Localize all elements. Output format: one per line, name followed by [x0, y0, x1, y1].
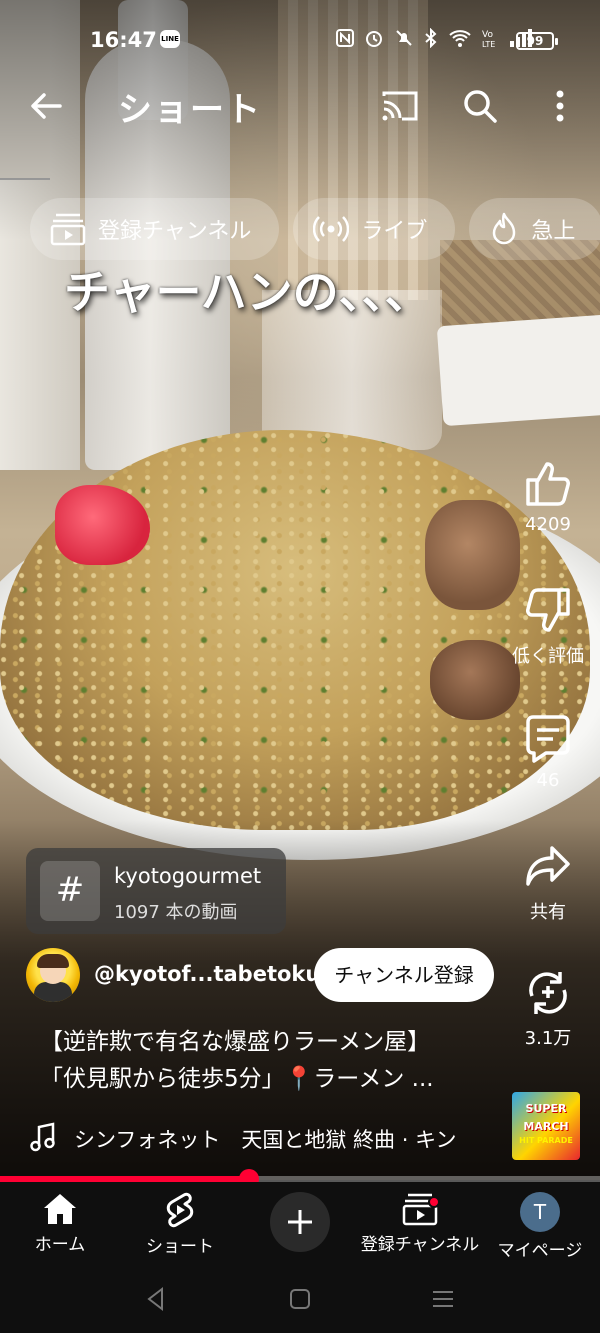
video-title-line-1: 【逆詐欺で有名な爆盛りラーメン屋】 [40, 1029, 431, 1055]
share-button[interactable]: 共有 [500, 842, 596, 924]
remix-count: 3.1万 [524, 1028, 572, 1049]
shorts-icon [166, 1192, 194, 1228]
subscriptions-icon [50, 213, 86, 246]
svg-text:Vo: Vo [482, 30, 493, 40]
bluetooth-icon [425, 28, 437, 48]
music-track[interactable]: シンフォネット 天国と地獄 終曲 · キン [74, 1124, 456, 1154]
chip-live[interactable]: ライブ [293, 198, 456, 260]
chip-label: ライブ [361, 219, 428, 244]
video-title[interactable]: 【逆詐欺で有名な爆盛りラーメン屋】 「伏見駅から徒歩5分」📍ラーメン ... [40, 1024, 500, 1098]
status-bar: 16:47 LINE Vo LTE 99 [0, 22, 600, 60]
share-icon [526, 846, 570, 886]
status-icons: Vo LTE [336, 28, 534, 48]
chip-subscriptions[interactable]: 登録チャンネル [30, 198, 280, 260]
page-title: ショート [118, 90, 262, 130]
comment-icon [526, 715, 570, 763]
wifi-icon [449, 30, 471, 47]
hashtag-card[interactable]: # kyotogourmet 1097 本の動画 [26, 848, 286, 934]
subscribe-button[interactable]: チャンネル登録 [314, 948, 494, 1002]
background-towel [436, 313, 600, 427]
status-time: 16:47 [90, 28, 157, 52]
chip-label: 登録チャンネル [98, 219, 252, 244]
create-button[interactable] [270, 1192, 330, 1252]
comments-button[interactable]: 46 [500, 714, 596, 791]
nav-label: マイページ [497, 1241, 583, 1261]
mute-icon [396, 30, 412, 46]
live-icon [313, 216, 350, 242]
line-notification-icon: LINE [160, 30, 180, 48]
system-back-icon[interactable] [142, 1284, 172, 1314]
nav-shorts[interactable]: ショート [120, 1192, 240, 1257]
system-recents-icon[interactable] [428, 1284, 458, 1314]
hashtag-name: kyotogourmet [114, 864, 262, 888]
nav-subscriptions[interactable]: 登録チャンネル [360, 1192, 480, 1255]
dislike-label: 低く評価 [512, 646, 584, 667]
hashtag-icon: # [40, 861, 100, 921]
thumbs-up-icon [526, 462, 570, 506]
thumbs-down-icon [526, 588, 570, 632]
trending-icon [493, 212, 516, 245]
bottom-navigation: ホーム ショート 登録チャンネル T マイページ [0, 1182, 600, 1266]
user-avatar: T [520, 1192, 560, 1232]
alarm-icon [366, 31, 382, 47]
music-album-thumbnail[interactable]: SUPER MARCH HIT PARADE [512, 1092, 580, 1160]
system-navigation-bar [0, 1266, 600, 1333]
album-art-text: SUPER [525, 1102, 567, 1115]
hashtag-video-count: 1097 本の動画 [114, 902, 238, 923]
album-art-text: MARCH [523, 1120, 569, 1133]
music-note-icon [30, 1122, 55, 1152]
dislike-button[interactable]: 低く評価 [500, 586, 596, 668]
channel-avatar[interactable] [26, 948, 80, 1002]
video-title-line-2: 「伏見駅から徒歩5分」📍ラーメン ... [40, 1066, 434, 1092]
chip-label: 急上 [531, 219, 576, 244]
comment-count: 46 [536, 770, 560, 791]
system-home-icon[interactable] [285, 1284, 315, 1314]
nav-label: ショート [146, 1237, 214, 1257]
app-header: ショート [0, 80, 600, 136]
album-art-text: HIT PARADE [519, 1136, 573, 1145]
notification-dot [428, 1196, 440, 1208]
filter-chips: 登録チャンネル ライブ 急上 [30, 198, 600, 260]
back-arrow-icon[interactable] [26, 86, 66, 126]
cast-icon[interactable] [380, 88, 420, 124]
nav-home[interactable]: ホーム [0, 1192, 120, 1255]
share-label: 共有 [530, 902, 566, 923]
channel-name[interactable]: @kyotof...tabetoku [94, 962, 320, 986]
like-count: 4209 [525, 514, 571, 535]
battery-indicator: 99 [516, 32, 558, 50]
home-icon [44, 1194, 76, 1224]
plus-icon [288, 1210, 312, 1234]
remix-icon [529, 972, 567, 1014]
nav-label: ホーム [34, 1235, 86, 1255]
nfc-icon [336, 29, 354, 47]
nav-my-page[interactable]: T マイページ [480, 1192, 600, 1261]
nav-label: 登録チャンネル [360, 1235, 480, 1255]
volte-icon: VoLTE [482, 30, 495, 48]
more-options-icon[interactable] [548, 86, 572, 126]
remix-button[interactable]: 3.1万 [500, 968, 596, 1050]
video-caption: チャーハンの、、、 [64, 265, 431, 319]
svg-text:LTE: LTE [482, 40, 495, 48]
search-icon[interactable] [460, 86, 500, 126]
like-button[interactable]: 4209 [500, 458, 596, 535]
chip-trending[interactable]: 急上 [469, 198, 600, 260]
